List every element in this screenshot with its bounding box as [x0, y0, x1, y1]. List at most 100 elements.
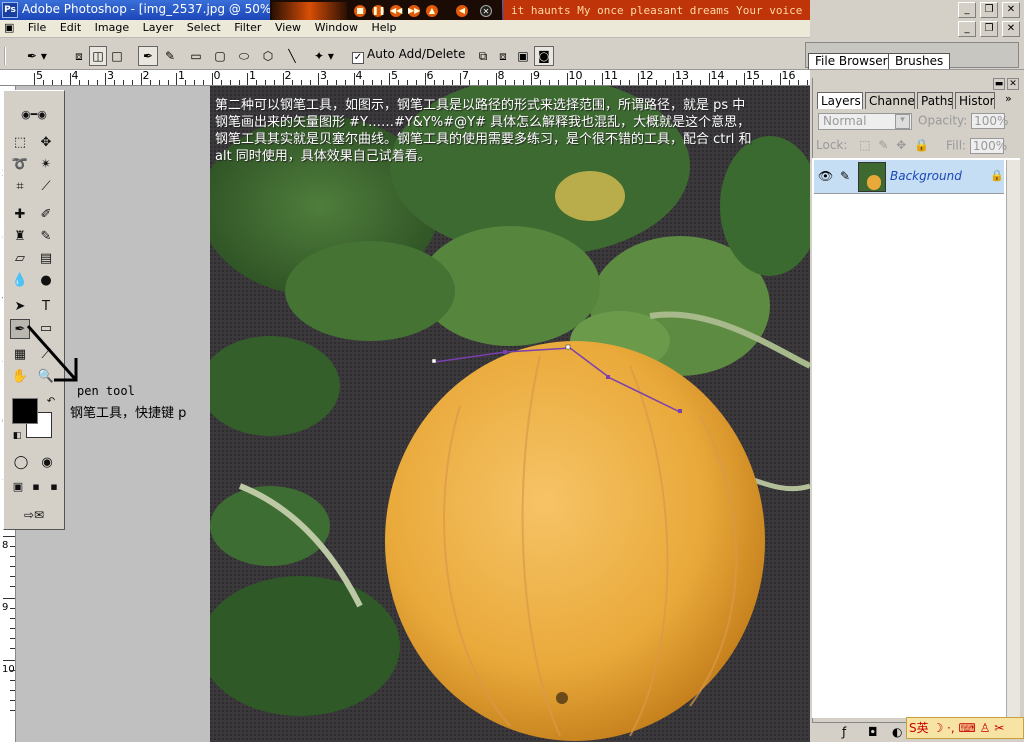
screen-mode-standard-icon[interactable]: ▣: [10, 479, 26, 495]
eraser-tool-icon[interactable]: ▱: [10, 249, 30, 269]
lock-all-icon[interactable]: 🔒: [914, 138, 929, 152]
fast-forward-icon[interactable]: ▶▶: [408, 5, 420, 17]
brush-tool-icon[interactable]: ✐: [36, 205, 56, 225]
line-icon[interactable]: ╲: [282, 46, 302, 66]
opacity-field[interactable]: 100%: [971, 113, 1008, 129]
fill-control[interactable]: Fill: 100%: [946, 138, 1007, 154]
blur-tool-icon[interactable]: 💧: [10, 271, 30, 291]
file-browser-tab[interactable]: File Browser: [808, 53, 895, 69]
menu-window[interactable]: Window: [310, 20, 363, 35]
visibility-eye-icon[interactable]: 👁: [818, 169, 833, 183]
close-player-icon[interactable]: ✕: [480, 5, 492, 17]
path-selection-icon[interactable]: ➤: [10, 297, 30, 317]
layer-effects-icon[interactable]: ƒ: [842, 725, 846, 739]
photoshop-eye-icon[interactable]: ◉━◉: [6, 105, 62, 131]
auto-add-delete-option[interactable]: ✓ Auto Add/Delete: [352, 47, 465, 64]
rounded-rectangle-icon[interactable]: ▢: [210, 46, 230, 66]
opacity-control[interactable]: Opacity: 100%: [918, 113, 1008, 129]
fill-field[interactable]: 100%: [969, 138, 1007, 154]
paths-mode-icon[interactable]: ◫: [89, 46, 107, 66]
jump-to-imageready-icon[interactable]: ⇨✉: [10, 505, 58, 525]
lock-paint-icon[interactable]: ✎: [878, 138, 888, 152]
marquee-tool-icon[interactable]: ⬚: [10, 133, 30, 153]
move-tool-icon[interactable]: ✥: [36, 133, 56, 153]
tab-history[interactable]: History: [955, 92, 995, 109]
ime-punct-icon[interactable]: ·,: [947, 721, 955, 735]
slice-tool-icon[interactable]: ⟋: [36, 177, 56, 197]
shape-layers-icon[interactable]: ⧈: [70, 46, 88, 66]
foreground-color-front[interactable]: [12, 398, 38, 424]
volume-icon[interactable]: ◀: [456, 5, 468, 17]
screen-mode-full-menu-icon[interactable]: ▪: [28, 479, 44, 495]
magic-wand-icon[interactable]: ✴: [36, 155, 56, 175]
minimize-button[interactable]: _: [958, 2, 976, 18]
doc-icon[interactable]: ▣: [0, 20, 19, 35]
close-button[interactable]: ✕: [1002, 2, 1020, 18]
doc-minimize-button[interactable]: _: [958, 21, 976, 37]
eject-icon[interactable]: ▲: [426, 5, 438, 17]
brushes-tab[interactable]: Brushes: [888, 53, 951, 69]
lock-move-icon[interactable]: ✥: [896, 138, 906, 152]
tab-channels[interactable]: Channels: [865, 92, 915, 109]
subtract-path-icon[interactable]: ⧈: [494, 46, 512, 66]
ime-moon-icon[interactable]: ☽: [932, 721, 943, 735]
ime-sogou-label[interactable]: S英: [909, 721, 929, 735]
lasso-tool-icon[interactable]: ➰: [10, 155, 30, 175]
pen-preset-picker[interactable]: ✒ ▾: [18, 46, 56, 66]
tab-paths[interactable]: Paths: [917, 92, 953, 109]
custom-shape-icon[interactable]: ✦ ▾: [306, 46, 342, 66]
freeform-pen-icon[interactable]: ✎: [160, 46, 180, 66]
restore-button[interactable]: ❐: [980, 2, 998, 18]
menu-help[interactable]: Help: [366, 20, 401, 35]
standard-mode-icon[interactable]: ◯: [10, 453, 32, 471]
blend-mode-chevron-down-icon[interactable]: ▾: [895, 114, 910, 129]
layer-row-background[interactable]: 👁 ✎ Background 🔒: [814, 160, 1004, 194]
ime-keyboard-icon[interactable]: ⌨: [959, 721, 976, 735]
crop-tool-icon[interactable]: ⌗: [10, 177, 30, 197]
swap-colors-icon[interactable]: ↶: [44, 395, 58, 409]
fill-pixels-icon[interactable]: □: [108, 46, 126, 66]
add-to-path-icon[interactable]: ⧉: [474, 46, 492, 66]
healing-brush-icon[interactable]: ✚: [10, 205, 30, 225]
menu-view[interactable]: View: [270, 20, 306, 35]
layer-mask-icon[interactable]: ◘: [868, 725, 878, 739]
type-tool-icon[interactable]: T: [36, 297, 56, 317]
layer-brush-icon[interactable]: ✎: [840, 169, 850, 183]
screen-mode-full-icon[interactable]: ▪: [46, 479, 62, 495]
ime-tools-icon[interactable]: ✂: [994, 721, 1004, 735]
photoshop-app-icon[interactable]: Ps: [2, 2, 18, 18]
menu-edit[interactable]: Edit: [55, 20, 86, 35]
panel-menu-icon[interactable]: »: [1005, 92, 1012, 105]
default-colors-icon[interactable]: ◧: [10, 429, 24, 443]
dodge-tool-icon[interactable]: ●: [36, 271, 56, 291]
doc-restore-button[interactable]: ❐: [980, 21, 998, 37]
intersect-path-icon[interactable]: ▣: [514, 46, 532, 66]
menu-file[interactable]: File: [23, 20, 51, 35]
ime-toolbar[interactable]: S英 ☽ ·, ⌨ ♙ ✂: [906, 717, 1024, 739]
rectangle-icon[interactable]: ▭: [186, 46, 206, 66]
document-image[interactable]: [210, 86, 810, 742]
rewind-icon[interactable]: ◀◀: [390, 5, 402, 17]
ime-user-icon[interactable]: ♙: [980, 721, 991, 735]
pause-icon[interactable]: ❚❚: [372, 5, 385, 17]
stop-icon[interactable]: ■: [354, 5, 366, 17]
panel-close-icon[interactable]: ✕: [1007, 78, 1019, 90]
exclude-path-icon[interactable]: ◙: [534, 46, 554, 66]
ellipse-icon[interactable]: ⬭: [234, 46, 254, 66]
options-grip[interactable]: [4, 46, 10, 66]
menu-image[interactable]: Image: [90, 20, 134, 35]
quick-mask-icon[interactable]: ◉: [36, 453, 58, 471]
menu-layer[interactable]: Layer: [138, 20, 179, 35]
polygon-icon[interactable]: ⬡: [258, 46, 278, 66]
new-adjustment-icon[interactable]: ◐: [892, 725, 902, 739]
lock-transparency-icon[interactable]: ⬚: [859, 138, 870, 152]
doc-close-button[interactable]: ✕: [1002, 21, 1020, 37]
panel-minimize-icon[interactable]: ▬: [993, 78, 1005, 90]
history-brush-icon[interactable]: ✎: [36, 227, 56, 247]
layers-scrollbar[interactable]: [1006, 160, 1020, 718]
menu-filter[interactable]: Filter: [229, 20, 266, 35]
clone-stamp-icon[interactable]: ♜: [10, 227, 30, 247]
auto-add-delete-checkbox[interactable]: ✓: [352, 52, 364, 64]
gradient-tool-icon[interactable]: ▤: [36, 249, 56, 269]
menu-select[interactable]: Select: [182, 20, 226, 35]
